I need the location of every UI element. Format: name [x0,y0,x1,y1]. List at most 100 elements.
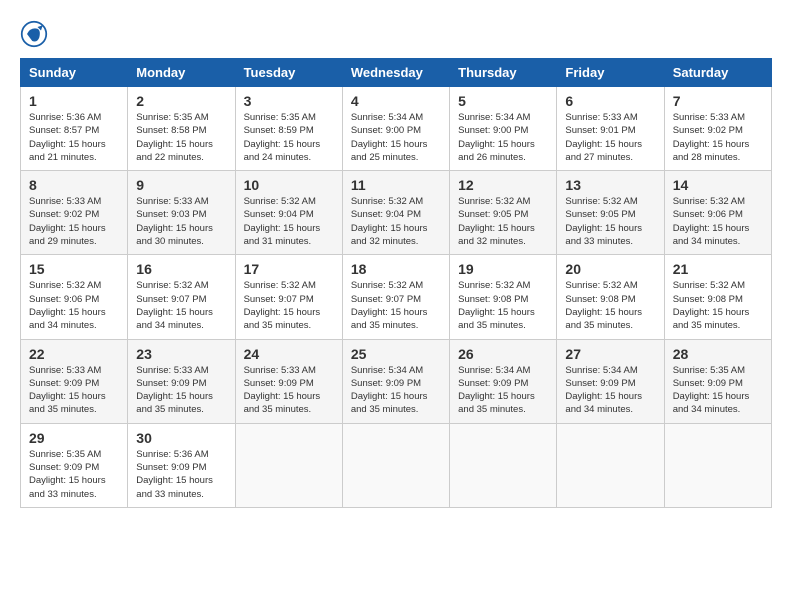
day-info: Sunrise: 5:32 AM Sunset: 9:08 PM Dayligh… [565,279,655,332]
day-info: Sunrise: 5:32 AM Sunset: 9:05 PM Dayligh… [565,195,655,248]
calendar-cell: 17Sunrise: 5:32 AM Sunset: 9:07 PM Dayli… [235,255,342,339]
calendar-cell: 2 Sunrise: 5:35 AM Sunset: 8:58 PM Daylig… [128,87,235,171]
calendar-cell: 10 Sunrise: 5:32 AM Sunset: 9:04 PM Dayli… [235,171,342,255]
day-number: 5 [458,93,548,109]
calendar-cell: 26 Sunrise: 5:34 AM Sunset: 9:09 PM Dayli… [450,339,557,423]
day-number: 25 [351,346,441,362]
day-info: Sunrise: 5:34 AM Sunset: 9:00 PM Dayligh… [351,111,441,164]
day-number: 27 [565,346,655,362]
day-number: 15 [29,261,119,277]
calendar-cell: 15Sunrise: 5:32 AM Sunset: 9:06 PM Dayli… [21,255,128,339]
day-number: 1 [29,93,119,109]
calendar-cell: 9 Sunrise: 5:33 AM Sunset: 9:03 PM Daylig… [128,171,235,255]
calendar-week-row: 1 Sunrise: 5:36 AM Sunset: 8:57 PM Daylig… [21,87,772,171]
day-info: Sunrise: 5:35 AM Sunset: 8:59 PM Dayligh… [244,111,334,164]
day-number: 18 [351,261,441,277]
calendar-cell: 5 Sunrise: 5:34 AM Sunset: 9:00 PM Daylig… [450,87,557,171]
calendar-cell: 3 Sunrise: 5:35 AM Sunset: 8:59 PM Daylig… [235,87,342,171]
day-info: Sunrise: 5:32 AM Sunset: 9:07 PM Dayligh… [351,279,441,332]
day-info: Sunrise: 5:34 AM Sunset: 9:09 PM Dayligh… [458,364,548,417]
calendar-cell: 20 Sunrise: 5:32 AM Sunset: 9:08 PM Dayli… [557,255,664,339]
day-number: 10 [244,177,334,193]
day-number: 26 [458,346,548,362]
calendar-week-row: 22 Sunrise: 5:33 AM Sunset: 9:09 PM Dayli… [21,339,772,423]
day-number: 13 [565,177,655,193]
calendar-cell: 13 Sunrise: 5:32 AM Sunset: 9:05 PM Dayli… [557,171,664,255]
column-header-monday: Monday [128,59,235,87]
day-info: Sunrise: 5:36 AM Sunset: 8:57 PM Dayligh… [29,111,119,164]
day-info: Sunrise: 5:34 AM Sunset: 9:00 PM Dayligh… [458,111,548,164]
calendar-cell [664,423,771,507]
calendar-cell: 11 Sunrise: 5:32 AM Sunset: 9:04 PM Dayli… [342,171,449,255]
calendar-header-row: SundayMondayTuesdayWednesdayThursdayFrid… [21,59,772,87]
calendar-cell [235,423,342,507]
column-header-thursday: Thursday [450,59,557,87]
day-number: 9 [136,177,226,193]
day-number: 11 [351,177,441,193]
calendar-cell: 14 Sunrise: 5:32 AM Sunset: 9:06 PM Dayli… [664,171,771,255]
day-number: 2 [136,93,226,109]
logo-icon [20,20,48,48]
day-number: 8 [29,177,119,193]
calendar-cell: 19 Sunrise: 5:32 AM Sunset: 9:08 PM Dayli… [450,255,557,339]
calendar-cell: 30Sunrise: 5:36 AM Sunset: 9:09 PM Dayli… [128,423,235,507]
calendar-cell: 8 Sunrise: 5:33 AM Sunset: 9:02 PM Daylig… [21,171,128,255]
column-header-saturday: Saturday [664,59,771,87]
day-number: 21 [673,261,763,277]
calendar-cell [557,423,664,507]
page-header [20,20,772,48]
day-number: 4 [351,93,441,109]
calendar-cell: 22 Sunrise: 5:33 AM Sunset: 9:09 PM Dayli… [21,339,128,423]
day-info: Sunrise: 5:32 AM Sunset: 9:08 PM Dayligh… [458,279,548,332]
calendar-cell: 1 Sunrise: 5:36 AM Sunset: 8:57 PM Daylig… [21,87,128,171]
day-info: Sunrise: 5:33 AM Sunset: 9:03 PM Dayligh… [136,195,226,248]
day-info: Sunrise: 5:33 AM Sunset: 9:09 PM Dayligh… [244,364,334,417]
day-info: Sunrise: 5:33 AM Sunset: 9:02 PM Dayligh… [29,195,119,248]
calendar-cell: 24 Sunrise: 5:33 AM Sunset: 9:09 PM Dayli… [235,339,342,423]
day-info: Sunrise: 5:35 AM Sunset: 8:58 PM Dayligh… [136,111,226,164]
day-info: Sunrise: 5:33 AM Sunset: 9:01 PM Dayligh… [565,111,655,164]
day-info: Sunrise: 5:34 AM Sunset: 9:09 PM Dayligh… [351,364,441,417]
day-info: Sunrise: 5:32 AM Sunset: 9:05 PM Dayligh… [458,195,548,248]
day-info: Sunrise: 5:36 AM Sunset: 9:09 PM Dayligh… [136,448,226,501]
day-number: 16 [136,261,226,277]
column-header-tuesday: Tuesday [235,59,342,87]
day-info: Sunrise: 5:34 AM Sunset: 9:09 PM Dayligh… [565,364,655,417]
calendar-cell: 18 Sunrise: 5:32 AM Sunset: 9:07 PM Dayli… [342,255,449,339]
day-number: 12 [458,177,548,193]
calendar-cell: 28 Sunrise: 5:35 AM Sunset: 9:09 PM Dayli… [664,339,771,423]
column-header-wednesday: Wednesday [342,59,449,87]
column-header-sunday: Sunday [21,59,128,87]
calendar-cell: 21 Sunrise: 5:32 AM Sunset: 9:08 PM Dayli… [664,255,771,339]
day-number: 22 [29,346,119,362]
calendar-cell: 7 Sunrise: 5:33 AM Sunset: 9:02 PM Daylig… [664,87,771,171]
calendar-cell: 12 Sunrise: 5:32 AM Sunset: 9:05 PM Dayli… [450,171,557,255]
calendar-week-row: 15Sunrise: 5:32 AM Sunset: 9:06 PM Dayli… [21,255,772,339]
day-number: 14 [673,177,763,193]
day-number: 3 [244,93,334,109]
day-info: Sunrise: 5:32 AM Sunset: 9:07 PM Dayligh… [136,279,226,332]
calendar-week-row: 29Sunrise: 5:35 AM Sunset: 9:09 PM Dayli… [21,423,772,507]
day-number: 20 [565,261,655,277]
day-info: Sunrise: 5:32 AM Sunset: 9:04 PM Dayligh… [244,195,334,248]
column-header-friday: Friday [557,59,664,87]
day-info: Sunrise: 5:33 AM Sunset: 9:09 PM Dayligh… [29,364,119,417]
calendar-week-row: 8 Sunrise: 5:33 AM Sunset: 9:02 PM Daylig… [21,171,772,255]
day-info: Sunrise: 5:32 AM Sunset: 9:08 PM Dayligh… [673,279,763,332]
day-info: Sunrise: 5:32 AM Sunset: 9:04 PM Dayligh… [351,195,441,248]
day-number: 6 [565,93,655,109]
day-number: 7 [673,93,763,109]
calendar-cell: 16 Sunrise: 5:32 AM Sunset: 9:07 PM Dayli… [128,255,235,339]
day-number: 17 [244,261,334,277]
calendar-table: SundayMondayTuesdayWednesdayThursdayFrid… [20,58,772,508]
day-info: Sunrise: 5:32 AM Sunset: 9:06 PM Dayligh… [673,195,763,248]
logo [20,20,52,48]
day-info: Sunrise: 5:35 AM Sunset: 9:09 PM Dayligh… [673,364,763,417]
day-number: 28 [673,346,763,362]
day-info: Sunrise: 5:33 AM Sunset: 9:02 PM Dayligh… [673,111,763,164]
calendar-cell: 23Sunrise: 5:33 AM Sunset: 9:09 PM Dayli… [128,339,235,423]
day-number: 19 [458,261,548,277]
day-info: Sunrise: 5:33 AM Sunset: 9:09 PM Dayligh… [136,364,226,417]
calendar-cell: 27 Sunrise: 5:34 AM Sunset: 9:09 PM Dayli… [557,339,664,423]
day-number: 24 [244,346,334,362]
